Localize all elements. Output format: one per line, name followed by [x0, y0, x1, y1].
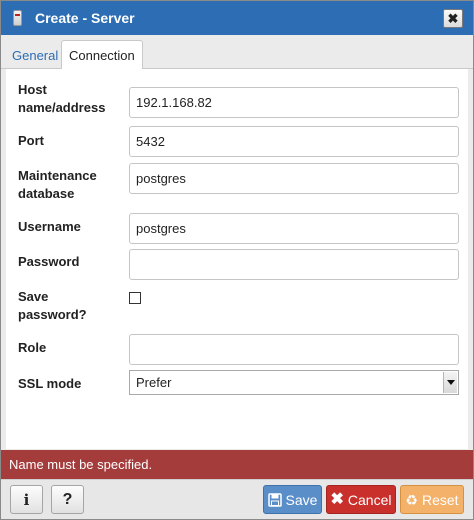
create-server-dialog: Create - Server ✖ General Connection Hos… — [0, 0, 474, 520]
info-button[interactable]: i — [10, 485, 43, 514]
error-message-bar: Name must be specified. — [1, 450, 473, 479]
reset-button-label: Reset — [421, 491, 459, 508]
tab-bar: General Connection — [1, 35, 473, 70]
role-input[interactable] — [129, 334, 459, 365]
chevron-down-icon[interactable] — [443, 372, 457, 393]
tab-general[interactable]: General — [5, 40, 65, 70]
password-input[interactable] — [129, 249, 459, 280]
ssl-mode-select[interactable]: Prefer — [129, 370, 459, 395]
maintenance-db-input[interactable]: postgres — [129, 163, 459, 194]
username-input[interactable]: postgres — [129, 213, 459, 244]
reset-button[interactable]: ♻ Reset — [400, 485, 464, 514]
dialog-footer: i ? Save ✖ Cancel ♻ Reset — [1, 479, 473, 519]
tab-connection[interactable]: Connection — [61, 40, 143, 70]
info-icon: i — [23, 490, 30, 509]
help-button[interactable]: ? — [51, 485, 84, 514]
port-label: Port — [18, 133, 44, 148]
maintenance-db-label: Maintenance database — [18, 168, 97, 201]
save-password-checkbox[interactable] — [129, 292, 141, 304]
close-button[interactable]: ✖ — [443, 9, 463, 28]
role-label: Role — [18, 340, 47, 355]
username-label: Username — [18, 219, 81, 234]
save-button-label: Save — [285, 491, 318, 508]
host-input[interactable]: 192.1.168.82 — [129, 87, 459, 118]
floppy-disk-icon — [267, 492, 282, 507]
port-input[interactable]: 5432 — [129, 126, 459, 157]
dialog-titlebar[interactable]: Create - Server ✖ — [1, 1, 473, 35]
cancel-button[interactable]: ✖ Cancel — [326, 485, 396, 514]
save-button[interactable]: Save — [263, 485, 322, 514]
close-icon: ✖ — [447, 11, 459, 26]
help-icon: ? — [62, 490, 73, 508]
save-password-label: Save password? — [18, 289, 87, 322]
server-icon — [13, 10, 22, 26]
password-label: Password — [18, 254, 80, 269]
dialog-title: Create - Server — [35, 10, 135, 26]
error-message: Name must be specified. — [9, 457, 153, 472]
host-label: Host name/address — [18, 82, 106, 115]
ssl-mode-label: SSL mode — [18, 376, 82, 391]
ssl-mode-value: Prefer — [136, 375, 172, 390]
close-icon: ✖ — [330, 490, 344, 508]
recycle-icon: ♻ — [405, 491, 418, 508]
cancel-button-label: Cancel — [347, 491, 392, 508]
connection-form: Host name/address 192.1.168.82 Port 5432… — [6, 69, 468, 449]
